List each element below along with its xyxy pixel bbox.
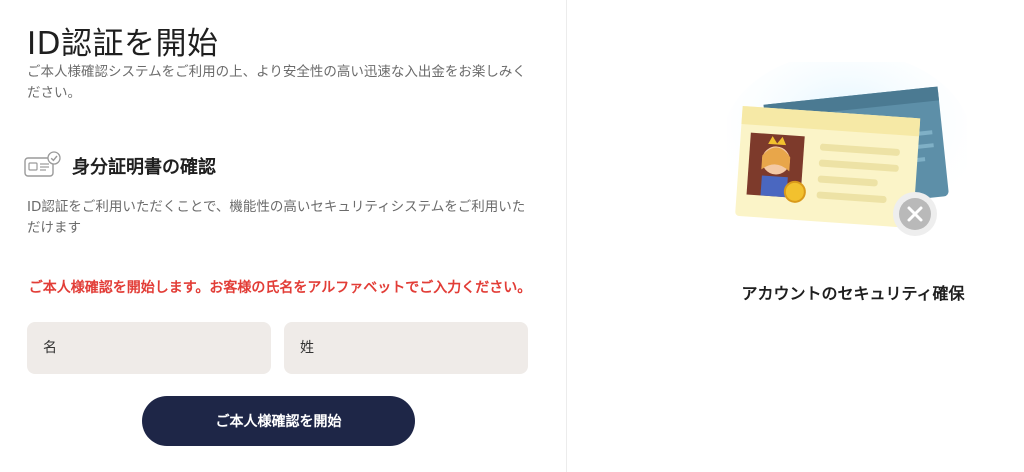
page-title: ID認証を開始 [27, 26, 219, 62]
intro-text: ご本人様確認システムをご利用の上、より安全性の高い迅速な入出金をお楽しみください… [27, 64, 526, 101]
security-label: アカウントのセキュリティ確保 [741, 284, 965, 303]
close-circle-icon [893, 192, 937, 236]
id-card-illustration [722, 52, 972, 252]
section-header: 身分証明書の確認 [24, 150, 216, 182]
security-info-panel: アカウントのセキュリティ確保 [567, 0, 1024, 472]
section-description: ID認証をご利用いただくことで、機能性の高いセキュリティシステムをご利用いただけ… [27, 199, 526, 236]
last-name-input[interactable] [284, 322, 528, 374]
verification-form-panel: ID認証を開始 ご本人様確認システムをご利用の上、より安全性の高い迅速な入出金を… [0, 0, 566, 472]
notice-text: ご本人様確認を開始します。お客様の氏名をアルファベットでご入力ください。 [28, 280, 532, 296]
first-name-input[interactable] [27, 322, 271, 374]
start-verification-button[interactable]: ご本人様確認を開始 [142, 396, 415, 446]
id-card-check-icon [24, 150, 62, 182]
identity-verification-page: ID認証を開始 ご本人様確認システムをご利用の上、より安全性の高い迅速な入出金を… [0, 0, 1024, 472]
section-title: 身分証明書の確認 [72, 157, 216, 178]
